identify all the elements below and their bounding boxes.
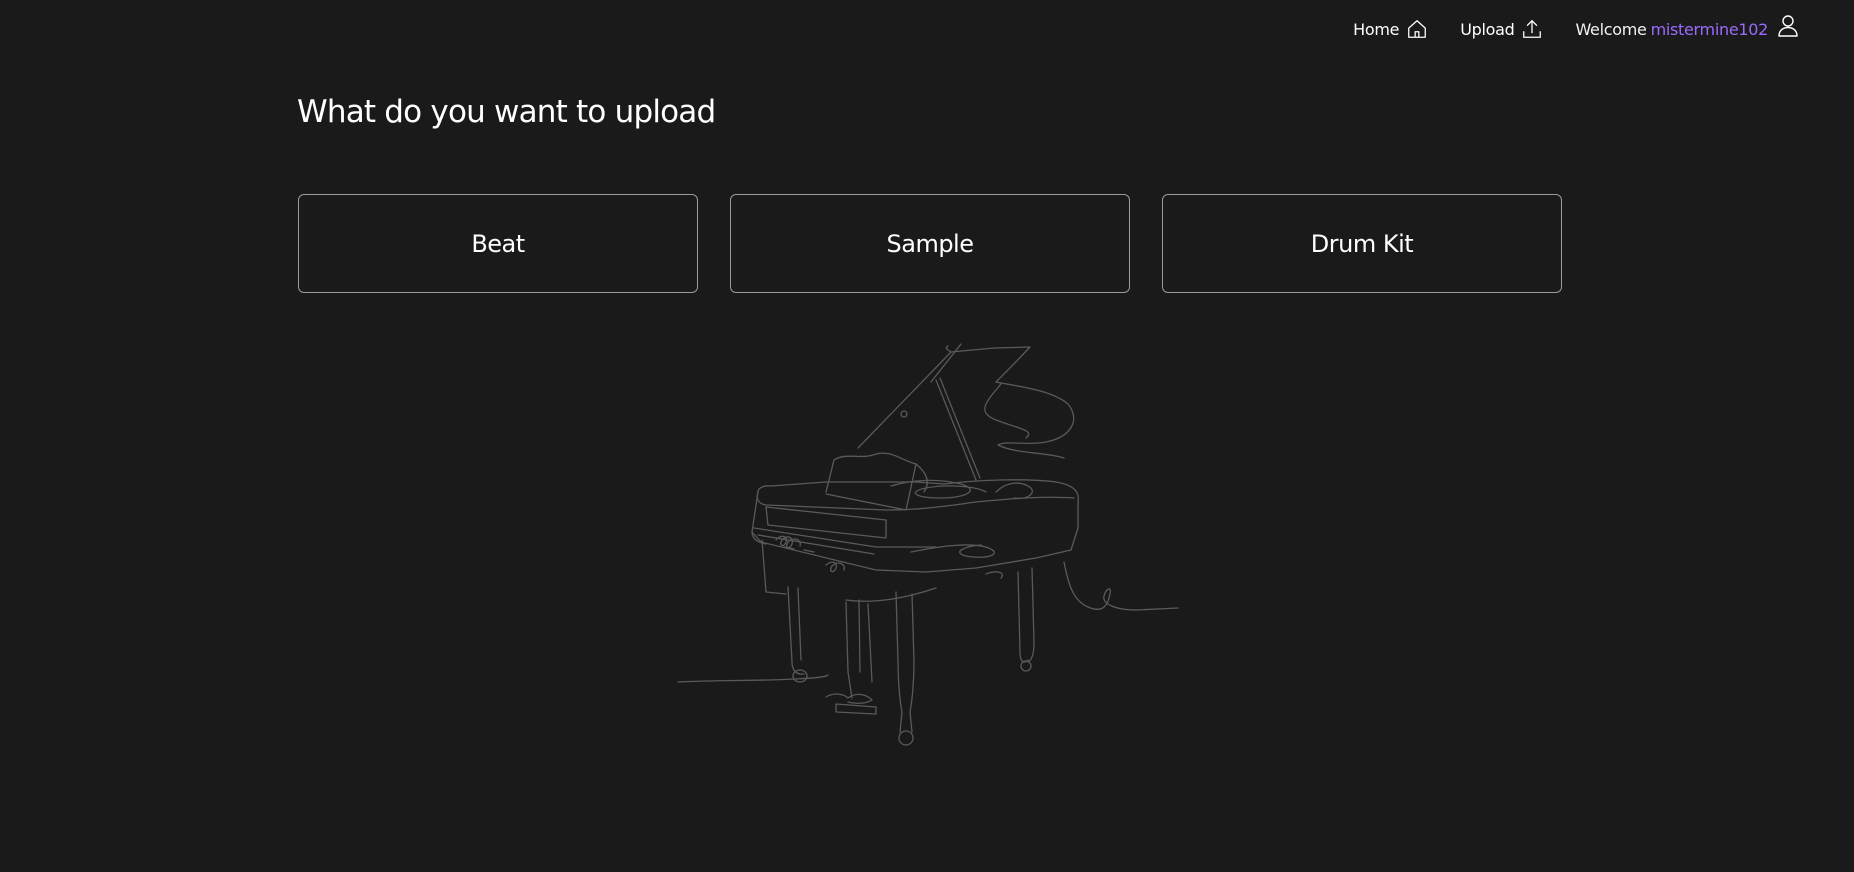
nav-home-label: Home: [1353, 19, 1400, 39]
sample-option-button[interactable]: Sample: [730, 194, 1130, 293]
beat-option-button[interactable]: Beat: [298, 194, 698, 293]
upload-type-options: Beat Sample Drum Kit: [298, 194, 1562, 293]
username-link[interactable]: mistermine102: [1651, 20, 1769, 39]
grand-piano-illustration: [677, 343, 1179, 746]
nav-home-link[interactable]: Home: [1353, 18, 1428, 40]
upload-icon: [1523, 20, 1542, 38]
nav-upload-label: Upload: [1460, 19, 1515, 39]
welcome-message: Welcome mistermine102: [1575, 15, 1798, 39]
top-navbar: Home Upload Welcome mistermine102: [1321, 0, 1854, 58]
nav-upload-link[interactable]: Upload: [1460, 18, 1543, 40]
user-icon[interactable]: [1778, 15, 1798, 37]
home-icon: [1408, 20, 1427, 38]
page-title: What do you want to upload: [297, 94, 716, 130]
drum-kit-option-button[interactable]: Drum Kit: [1162, 194, 1562, 293]
welcome-label: Welcome: [1575, 19, 1647, 39]
